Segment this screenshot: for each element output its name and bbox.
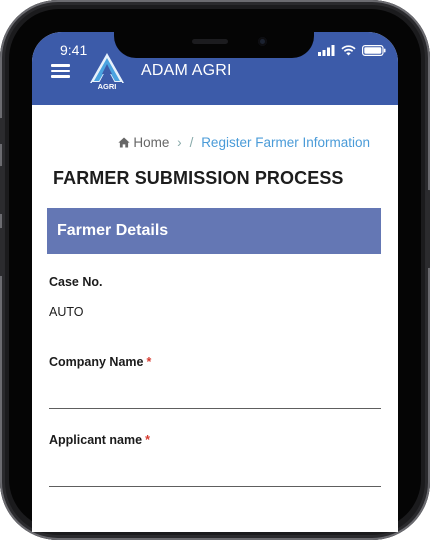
side-button bbox=[0, 166, 4, 214]
menu-icon[interactable] bbox=[51, 64, 70, 78]
side-button bbox=[0, 118, 4, 144]
company-name-input[interactable] bbox=[49, 382, 381, 409]
adam-agri-logo: AGRI bbox=[90, 53, 124, 90]
app-header: 9:41 AGRI ADAM AGRI bbox=[32, 32, 398, 105]
speaker-grille bbox=[192, 39, 228, 44]
case-no-label: Case No. bbox=[49, 275, 103, 289]
applicant-name-input[interactable] bbox=[49, 460, 381, 487]
applicant-name-label-text: Applicant name bbox=[49, 433, 143, 447]
page-title: FARMER SUBMISSION PROCESS bbox=[53, 168, 344, 188]
applicant-name-label: Applicant name * bbox=[49, 433, 150, 447]
side-button bbox=[0, 228, 4, 276]
breadcrumb-current-page[interactable]: Register Farmer Information bbox=[201, 135, 370, 150]
brand-name: ADAM AGRI bbox=[141, 62, 232, 79]
breadcrumb: Home › / Register Farmer Information bbox=[118, 135, 370, 150]
phone-notch bbox=[114, 32, 314, 58]
company-name-label-text: Company Name bbox=[49, 355, 144, 369]
required-mark: * bbox=[145, 433, 150, 447]
company-name-label: Company Name * bbox=[49, 355, 151, 369]
breadcrumb-home-link[interactable]: Home bbox=[118, 135, 169, 150]
front-camera bbox=[258, 37, 267, 46]
battery-icon bbox=[362, 45, 386, 56]
section-title: Farmer Details bbox=[57, 222, 169, 239]
signal-icon bbox=[318, 45, 335, 56]
required-mark: * bbox=[146, 355, 152, 369]
status-icons bbox=[318, 45, 386, 56]
app-screen: 9:41 AGRI ADAM AGRI Home › / Register Fa… bbox=[32, 32, 398, 532]
logo-text: AGRI bbox=[98, 82, 117, 90]
wifi-icon bbox=[341, 45, 356, 56]
side-button bbox=[426, 190, 430, 268]
breadcrumb-home-label: Home bbox=[133, 135, 170, 150]
breadcrumb-separator: / bbox=[189, 135, 194, 150]
status-time: 9:41 bbox=[60, 42, 88, 58]
home-icon bbox=[118, 137, 130, 148]
breadcrumb-chevron-icon: › bbox=[177, 135, 182, 150]
section-header: Farmer Details bbox=[47, 208, 381, 254]
case-no-value: AUTO bbox=[49, 305, 84, 319]
